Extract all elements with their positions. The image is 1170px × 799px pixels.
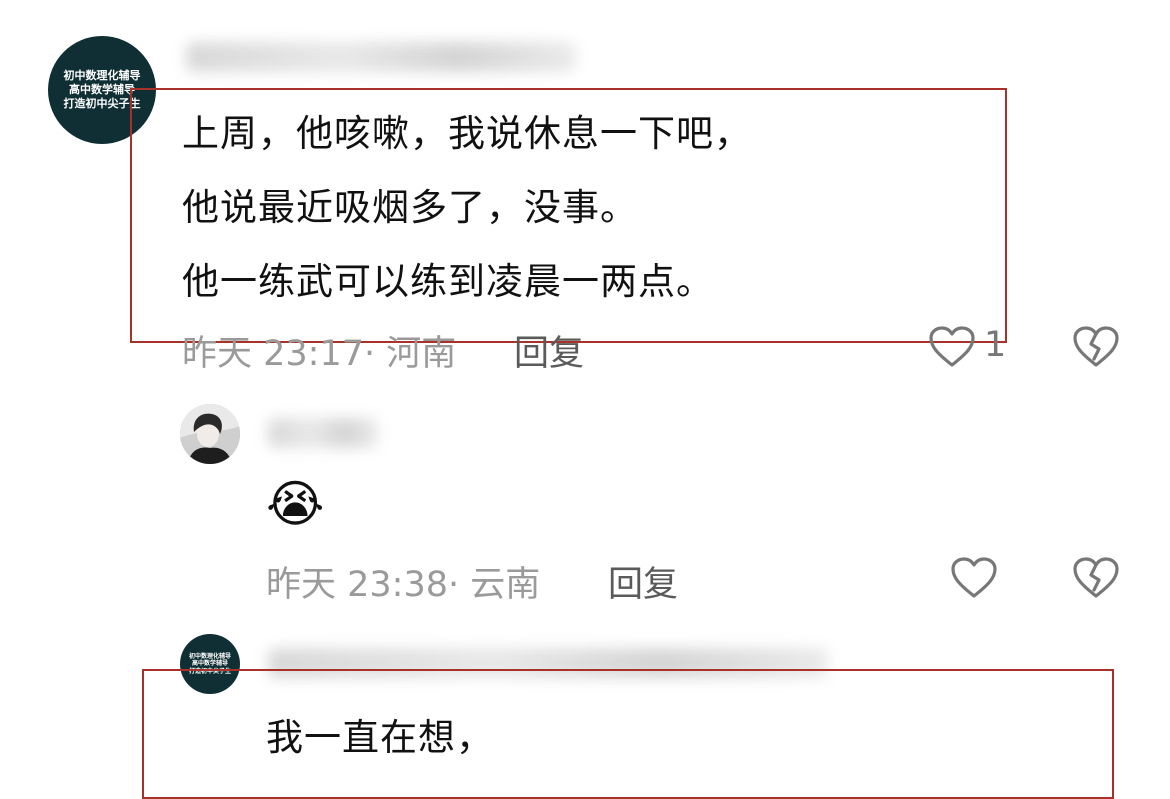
emoji-crying: 😭 bbox=[266, 475, 325, 533]
comment-line: 他说最近吸烟多了，没事。 bbox=[182, 186, 638, 229]
broken-heart-icon[interactable] bbox=[1072, 325, 1120, 369]
avatar-text-line: 打造初中尖子生 bbox=[63, 96, 141, 110]
username-blurred[interactable] bbox=[268, 418, 378, 448]
comment-meta: 昨天 23:38· 云南 bbox=[266, 565, 541, 605]
comment-text: 我一直在想， bbox=[266, 701, 494, 775]
heart-icon[interactable] bbox=[950, 556, 998, 600]
comment-meta: 昨天 23:17· 河南 bbox=[182, 334, 457, 374]
comment-line: 他一练武可以练到凌晨一两点。 bbox=[182, 260, 714, 303]
avatar-text-line: 高中数学辅导 bbox=[191, 660, 228, 668]
comment-text: 上周，他咳嗽，我说休息一下吧， 他说最近吸烟多了，没事。 他一练武可以练到凌晨一… bbox=[182, 97, 752, 319]
broken-heart-icon[interactable] bbox=[1072, 556, 1120, 600]
heart-icon[interactable] bbox=[928, 325, 976, 369]
comment-line: 我一直在想， bbox=[266, 716, 494, 759]
comment-location: 云南 bbox=[470, 565, 541, 605]
username-blurred[interactable] bbox=[186, 42, 576, 72]
like-count: 1 bbox=[984, 325, 1007, 365]
avatar-text-line: 初中数理化辅导 bbox=[63, 69, 141, 83]
comment-line: 上周，他咳嗽，我说休息一下吧， bbox=[182, 112, 752, 155]
avatar-photo-icon bbox=[180, 404, 240, 464]
comment-time: 昨天 23:38 bbox=[266, 565, 448, 605]
reply-button[interactable]: 回复 bbox=[514, 325, 584, 376]
avatar[interactable] bbox=[180, 404, 240, 464]
comment-time: 昨天 23:17 bbox=[182, 334, 364, 374]
comment-location: 河南 bbox=[386, 334, 457, 374]
avatar-text-line: 高中数学辅导 bbox=[69, 83, 135, 97]
reply-button[interactable]: 回复 bbox=[608, 556, 678, 607]
